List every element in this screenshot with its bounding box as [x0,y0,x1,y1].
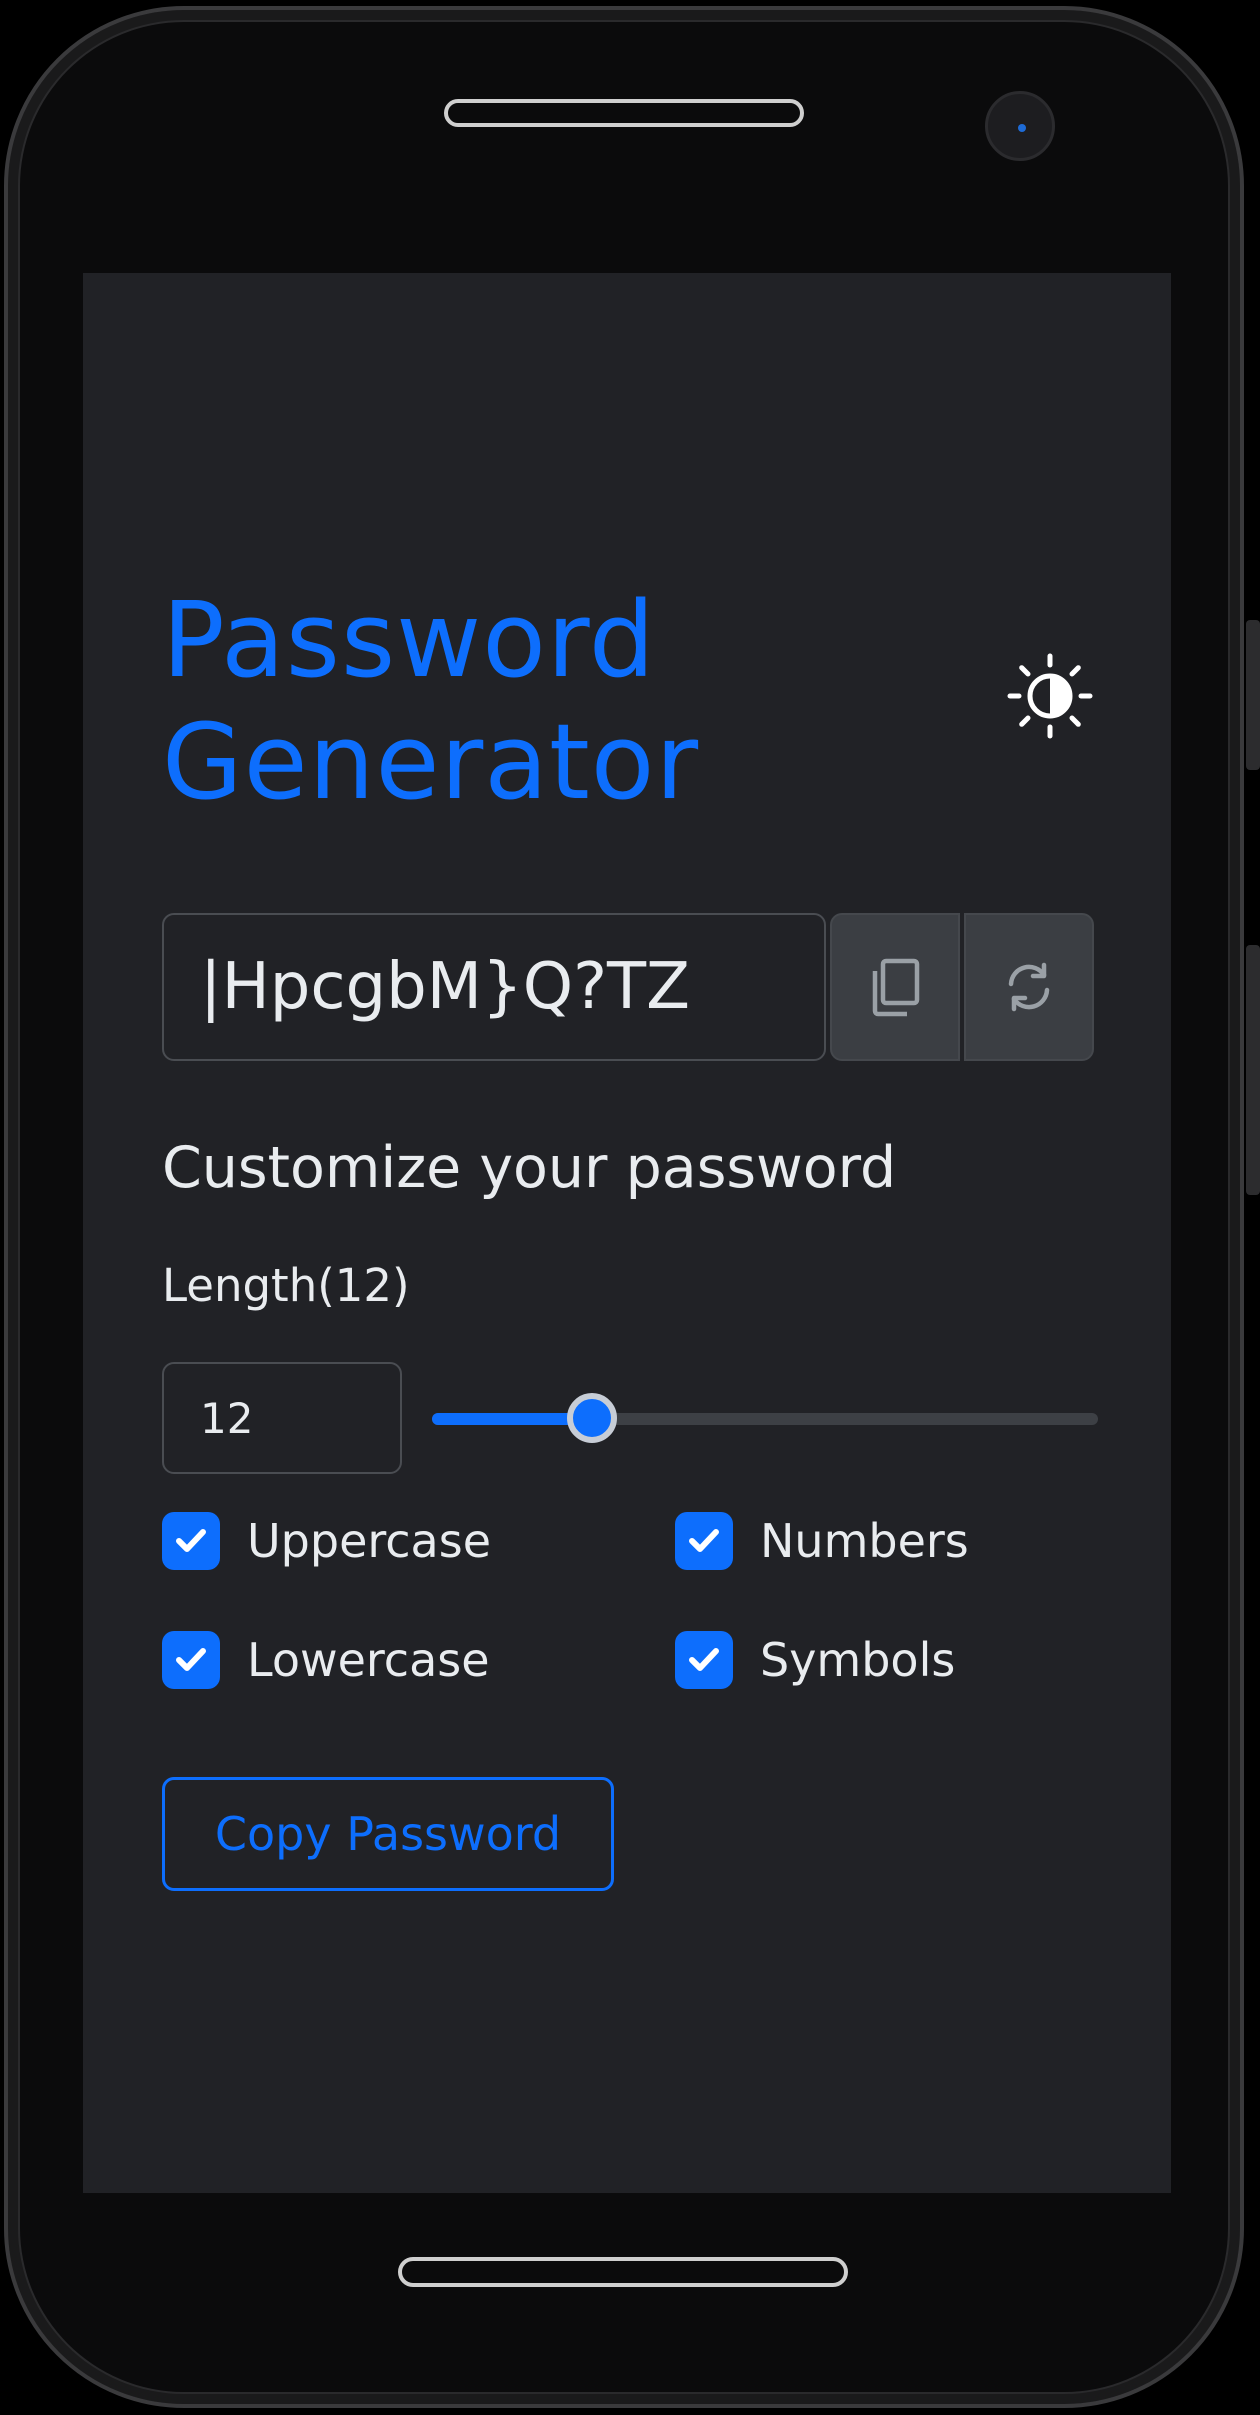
uppercase-checkbox[interactable] [162,1512,220,1570]
lowercase-checkbox[interactable] [162,1631,220,1689]
password-output-field[interactable]: |HpcgbM}Q?TZ [162,913,826,1061]
option-lowercase[interactable]: Lowercase [162,1631,490,1689]
checkmark-icon [689,1648,719,1671]
slider-thumb[interactable] [566,1393,617,1443]
copy-icon [872,958,920,1017]
checkmark-icon [176,1648,206,1671]
front-camera [985,91,1055,161]
option-uppercase[interactable]: Uppercase [162,1512,491,1570]
home-indicator [398,2257,848,2287]
volume-button [1246,620,1260,770]
symbols-label: Symbols [760,1633,956,1687]
numbers-label: Numbers [760,1514,969,1568]
uppercase-label: Uppercase [247,1514,492,1568]
copy-icon-button[interactable] [830,913,960,1061]
customize-heading: Customize your password [162,1135,897,1201]
regenerate-button[interactable] [964,913,1094,1061]
theme-toggle-button[interactable] [1007,653,1093,739]
contrast-sun-icon [1007,653,1093,739]
option-symbols[interactable]: Symbols [675,1631,955,1689]
length-slider[interactable] [432,1391,1098,1447]
refresh-icon [1008,962,1050,1012]
symbols-checkbox[interactable] [675,1631,733,1689]
numbers-checkbox[interactable] [675,1512,733,1570]
earpiece-speaker [444,99,804,127]
length-number-input[interactable]: 12 [162,1362,402,1474]
length-label: Length(12) [162,1259,410,1312]
checkmark-icon [689,1529,719,1552]
app-screen: Password Generator |HpcgbM}Q?TZ Customiz… [83,273,1171,2193]
power-button [1246,945,1260,1195]
checkmark-icon [176,1529,206,1552]
copy-password-button[interactable]: Copy Password [162,1777,614,1891]
option-numbers[interactable]: Numbers [675,1512,969,1570]
lowercase-label: Lowercase [247,1633,490,1687]
